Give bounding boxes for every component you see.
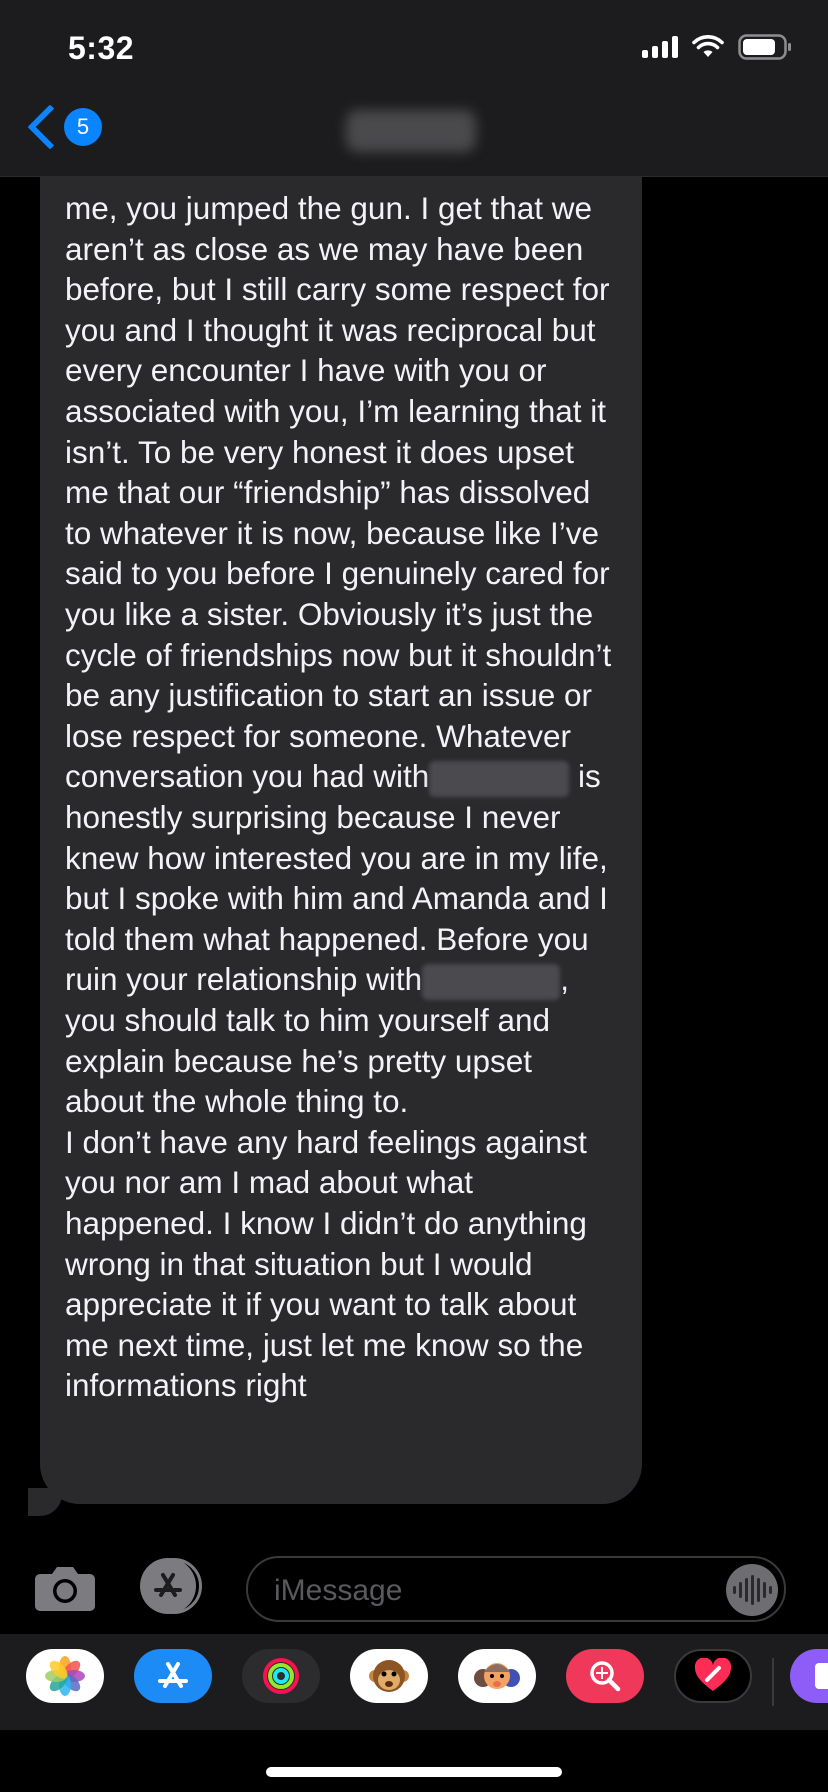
- memoji-icon[interactable]: [458, 1649, 536, 1703]
- redacted-name: [422, 964, 561, 1001]
- message-input[interactable]: [272, 1572, 676, 1610]
- wifi-icon: [692, 35, 724, 57]
- bubble-tail: [28, 1488, 62, 1516]
- animoji-monkey-icon[interactable]: [350, 1649, 428, 1703]
- activity-icon[interactable]: [242, 1649, 320, 1703]
- drawer-divider: [772, 1658, 774, 1706]
- navigation-header: 5:32 5: [0, 0, 828, 177]
- battery-icon: [738, 34, 791, 60]
- photos-icon[interactable]: [26, 1649, 104, 1703]
- camera-icon[interactable]: [34, 1564, 96, 1612]
- digital-touch-icon[interactable]: [674, 1649, 752, 1703]
- redacted-name: [429, 760, 570, 797]
- message-paragraph-2: I don’t have any hard feelings against y…: [65, 1123, 587, 1404]
- app-store-icon: [140, 1558, 196, 1614]
- contact-name-redacted[interactable]: [346, 110, 476, 152]
- apps-button[interactable]: [140, 1558, 210, 1614]
- status-time: 5:32: [68, 30, 135, 66]
- app-drawer: [0, 1634, 828, 1730]
- image-search-icon[interactable]: [566, 1649, 644, 1703]
- compose-bar: [0, 1538, 828, 1634]
- more-apps-icon[interactable]: [790, 1649, 828, 1703]
- message-app-glyph: [815, 1663, 828, 1689]
- audio-message-icon[interactable]: [726, 1564, 778, 1616]
- chevron-left-icon: [27, 104, 73, 150]
- back-button[interactable]: 5: [24, 104, 102, 150]
- home-indicator[interactable]: [266, 1767, 562, 1777]
- status-indicators: [642, 34, 792, 60]
- message-text-part-1: me, you jumped the gun. I get that we ar…: [65, 190, 612, 795]
- message-text: me, you jumped the gun. I get that we ar…: [65, 188, 616, 1406]
- cellular-signal-icon: [642, 36, 678, 58]
- message-input-field[interactable]: [246, 1556, 786, 1622]
- received-message-bubble[interactable]: me, you jumped the gun. I get that we ar…: [40, 176, 642, 1504]
- app-store-icon[interactable]: [134, 1649, 212, 1703]
- conversation-view[interactable]: me, you jumped the gun. I get that we ar…: [0, 176, 828, 1538]
